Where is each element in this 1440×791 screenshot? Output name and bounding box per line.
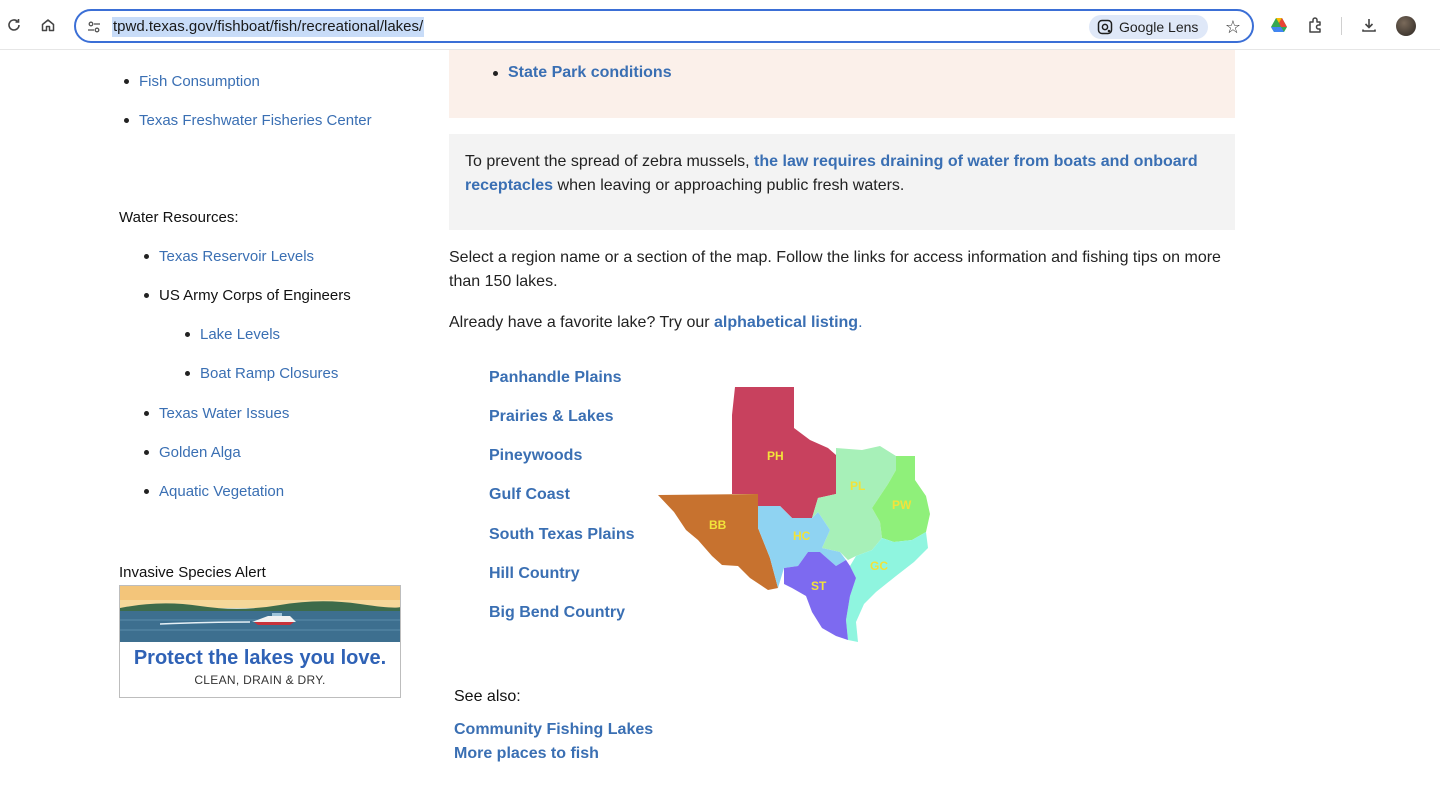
map-label-bb: BB xyxy=(709,518,727,532)
url-text[interactable]: tpwd.texas.gov/fishboat/fish/recreationa… xyxy=(112,17,425,37)
region-link-prairies-lakes[interactable]: Prairies & Lakes xyxy=(489,408,614,426)
bookmark-star-icon[interactable]: ☆ xyxy=(1221,15,1245,39)
sidebar-item-fish-consumption[interactable]: Fish Consumption xyxy=(124,73,260,90)
profile-avatar[interactable] xyxy=(1396,16,1416,36)
bullet xyxy=(144,450,149,455)
reload-icon[interactable] xyxy=(2,13,26,37)
region-link-pineywoods[interactable]: Pineywoods xyxy=(489,447,582,465)
bullet xyxy=(124,118,129,123)
state-park-conditions-link[interactable]: State Park conditions xyxy=(508,64,672,82)
sidebar-item-aquatic-vegetation[interactable]: Aquatic Vegetation xyxy=(144,483,284,500)
sidebar-item-fisheries-center[interactable]: Texas Freshwater Fisheries Center xyxy=(124,112,372,129)
ad-subtitle: CLEAN, DRAIN & DRY. xyxy=(194,673,326,687)
zebra-mussel-text: To prevent the spread of zebra mussels, … xyxy=(465,150,1205,198)
alphabetical-listing-link[interactable]: alphabetical listing xyxy=(714,314,858,331)
bullet xyxy=(144,254,149,259)
state-park-item[interactable]: State Park conditions xyxy=(493,64,672,82)
region-link-south-texas-plains[interactable]: South Texas Plains xyxy=(489,526,635,544)
download-icon[interactable] xyxy=(1357,13,1381,37)
map-label-pl: PL xyxy=(850,479,865,493)
favorite-text-before: Already have a favorite lake? Try our xyxy=(449,314,715,331)
lens-label: Google Lens xyxy=(1119,19,1199,35)
clean-drain-dry-banner[interactable]: Protect the lakes you love. CLEAN, DRAIN… xyxy=(119,585,401,698)
select-region-text: Select a region name or a section of the… xyxy=(449,249,1221,290)
fisheries-center-link[interactable]: Texas Freshwater Fisheries Center xyxy=(139,112,372,129)
sidebar-item-lake-levels[interactable]: Lake Levels xyxy=(185,326,280,343)
sidebar-item-golden-alga[interactable]: Golden Alga xyxy=(144,444,241,461)
bullet xyxy=(144,293,149,298)
aquatic-vegetation-link[interactable]: Aquatic Vegetation xyxy=(159,483,284,500)
mussel-text-before: To prevent the spread of zebra mussels, xyxy=(465,153,755,170)
bullet xyxy=(185,332,190,337)
region-link-gulf-coast[interactable]: Gulf Coast xyxy=(489,486,570,504)
region-link-hill-country[interactable]: Hill Country xyxy=(489,565,580,583)
boat-ramp-link[interactable]: Boat Ramp Closures xyxy=(200,365,338,382)
extensions-icon[interactable] xyxy=(1304,13,1328,37)
home-icon[interactable] xyxy=(36,13,60,37)
lake-levels-link[interactable]: Lake Levels xyxy=(200,326,280,343)
address-bar[interactable]: tpwd.texas.gov/fishboat/fish/recreationa… xyxy=(74,9,1254,43)
map-label-hc: HC xyxy=(793,529,811,543)
sidebar-item-water-issues[interactable]: Texas Water Issues xyxy=(144,405,289,422)
see-also-heading: See also: xyxy=(454,688,521,705)
map-label-ph: PH xyxy=(767,449,784,463)
favorite-text-after: . xyxy=(858,314,863,331)
lens-icon xyxy=(1097,19,1113,35)
community-fishing-lakes-link[interactable]: Community Fishing Lakes xyxy=(454,721,653,739)
site-settings-icon[interactable] xyxy=(84,17,104,37)
bullet xyxy=(144,489,149,494)
map-label-st: ST xyxy=(811,579,827,593)
browser-toolbar: tpwd.texas.gov/fishboat/fish/recreationa… xyxy=(0,0,1440,50)
sidebar-item-army-corps: US Army Corps of Engineers xyxy=(144,287,351,304)
bullet xyxy=(124,79,129,84)
water-issues-link[interactable]: Texas Water Issues xyxy=(159,405,289,422)
bullet xyxy=(185,371,190,376)
ad-title: Protect the lakes you love. xyxy=(133,647,387,669)
more-places-to-fish-link[interactable]: More places to fish xyxy=(454,745,599,763)
water-resources-heading: Water Resources: xyxy=(119,209,239,226)
favorite-lake-text: Already have a favorite lake? Try our al… xyxy=(449,311,1235,335)
google-drive-icon[interactable] xyxy=(1267,13,1291,37)
fish-consumption-link[interactable]: Fish Consumption xyxy=(139,73,260,90)
sidebar-item-reservoir-levels[interactable]: Texas Reservoir Levels xyxy=(144,248,314,265)
map-label-gc: GC xyxy=(870,559,888,573)
state-park-notice: State Park conditions xyxy=(449,50,1235,118)
bullet xyxy=(144,411,149,416)
mussel-text-after: when leaving or approaching public fresh… xyxy=(553,177,905,194)
region-link-big-bend-country[interactable]: Big Bend Country xyxy=(489,604,625,622)
sidebar-item-boat-ramp[interactable]: Boat Ramp Closures xyxy=(185,365,338,382)
texas-region-map: PH PL PW BB HC GC ST xyxy=(658,387,930,642)
zebra-mussel-notice: To prevent the spread of zebra mussels, … xyxy=(449,134,1235,230)
bullet xyxy=(493,70,498,76)
invasive-species-heading: Invasive Species Alert xyxy=(119,564,266,581)
golden-alga-link[interactable]: Golden Alga xyxy=(159,444,241,461)
toolbar-divider xyxy=(1341,17,1342,35)
reservoir-levels-link[interactable]: Texas Reservoir Levels xyxy=(159,248,314,265)
lake-boat-illustration xyxy=(120,586,400,642)
map-label-pw: PW xyxy=(892,498,912,512)
google-lens-button[interactable]: Google Lens xyxy=(1089,15,1209,39)
region-link-panhandle-plains[interactable]: Panhandle Plains xyxy=(489,369,621,387)
army-corps-label: US Army Corps of Engineers xyxy=(159,287,351,304)
